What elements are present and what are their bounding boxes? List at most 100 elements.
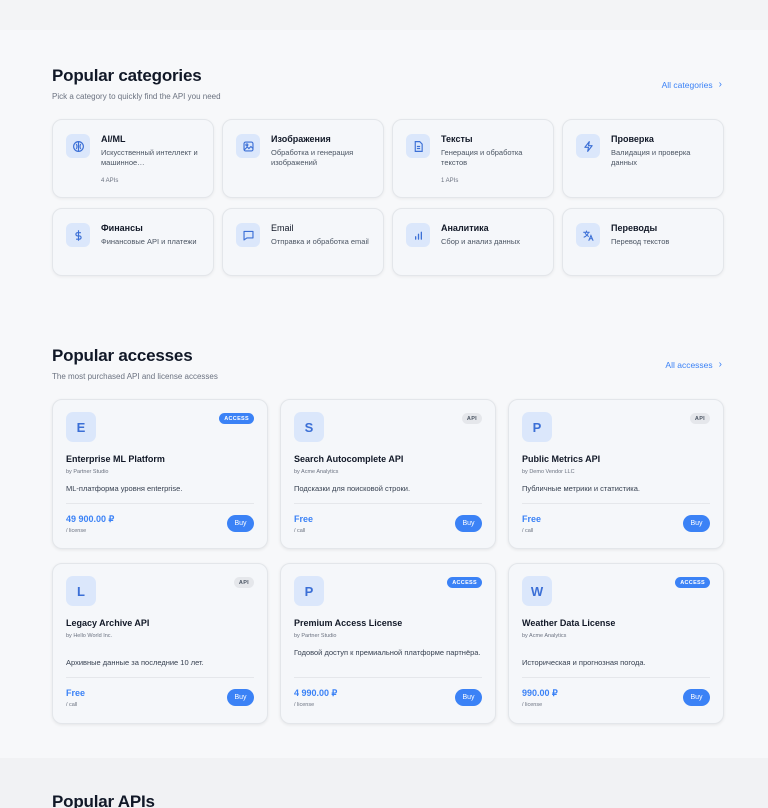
access-card[interactable]: E ACCESS Enterprise ML Platform by Partn… — [52, 399, 268, 549]
category-card-finance[interactable]: Финансы Финансовые API и платежи — [52, 208, 214, 276]
access-price: 990.00 ₽ — [522, 688, 558, 698]
access-description: Историческая и прогнозная погода. — [522, 658, 646, 667]
access-title: Premium Access License — [294, 618, 403, 628]
top-bar — [0, 0, 768, 30]
category-description: Валидация и проверка данных — [611, 148, 691, 167]
access-price: Free — [66, 688, 86, 698]
access-price: 4 990.00 ₽ — [294, 688, 338, 698]
category-title: Финансы — [101, 223, 143, 233]
price-unit: / license — [294, 702, 315, 708]
access-vendor: by Demo Vendor LLC — [522, 469, 575, 475]
price-unit: / license — [66, 528, 87, 534]
buy-button[interactable]: Buy — [683, 515, 710, 532]
buy-button[interactable]: Buy — [455, 689, 482, 706]
access-description: Архивные данные за последние 10 лет. — [66, 658, 204, 667]
dollar-icon — [66, 223, 90, 247]
access-avatar: E — [66, 412, 96, 442]
chat-icon — [236, 223, 260, 247]
divider — [294, 677, 482, 678]
access-vendor: by Partner Studio — [66, 469, 109, 475]
access-vendor: by Acme Analytics — [294, 469, 339, 475]
divider — [66, 677, 254, 678]
category-api-count: 1 APIs — [441, 178, 459, 184]
translate-icon — [576, 223, 600, 247]
access-vendor: by Hello World Inc. — [66, 633, 113, 639]
accesses-subtitle: The most purchased API and license acces… — [52, 372, 218, 381]
category-title: Email — [271, 223, 294, 233]
category-card-email[interactable]: Email Отправка и обработка email — [222, 208, 384, 276]
main-content: Popular categories Pick a category to qu… — [0, 30, 768, 760]
access-avatar: L — [66, 576, 96, 606]
buy-button[interactable]: Buy — [455, 515, 482, 532]
all-categories-link[interactable]: All categories › — [662, 79, 722, 90]
access-price: Free — [522, 514, 542, 524]
categories-subtitle: Pick a category to quickly find the API … — [52, 92, 221, 101]
accesses-heading: Popular accesses — [52, 346, 193, 365]
access-card[interactable]: P API Public Metrics API by Demo Vendor … — [508, 399, 724, 549]
access-description: Подсказки для поисковой строки. — [294, 484, 411, 493]
category-card-analytics[interactable]: Аналитика Сбор и анализ данных — [392, 208, 554, 276]
category-card-validation[interactable]: Проверка Валидация и проверка данных — [562, 119, 724, 198]
category-card-images[interactable]: Изображения Обработка и генерация изобра… — [222, 119, 384, 198]
chevron-right-icon: › — [718, 359, 722, 370]
divider — [522, 677, 710, 678]
access-vendor: by Acme Analytics — [522, 633, 567, 639]
category-title: Тексты — [441, 134, 473, 144]
access-card[interactable]: L API Legacy Archive API by Hello World … — [52, 563, 268, 724]
apis-heading: Popular APIs — [52, 792, 155, 808]
image-icon — [236, 134, 260, 158]
access-price: 49 900.00 ₽ — [66, 514, 115, 524]
type-badge: ACCESS — [675, 577, 710, 588]
category-description: Генерация и обработка текстов — [441, 148, 523, 167]
access-title: Enterprise ML Platform — [66, 454, 165, 464]
buy-button[interactable]: Buy — [227, 515, 254, 532]
price-unit: / license — [522, 702, 543, 708]
category-title: Аналитика — [441, 223, 489, 233]
category-description: Искусственный интеллект и машинное… — [101, 148, 198, 167]
divider — [294, 503, 482, 504]
access-title: Legacy Archive API — [66, 618, 150, 628]
category-card-texts[interactable]: Тексты Генерация и обработка текстов 1 A… — [392, 119, 554, 198]
lightning-icon — [576, 134, 600, 158]
category-title: Проверка — [611, 134, 654, 144]
access-avatar: P — [294, 576, 324, 606]
category-card-translations[interactable]: Переводы Перевод текстов — [562, 208, 724, 276]
access-title: Weather Data License — [522, 618, 616, 628]
type-badge: ACCESS — [219, 413, 254, 424]
divider — [522, 503, 710, 504]
buy-button[interactable]: Buy — [683, 689, 710, 706]
access-avatar: W — [522, 576, 552, 606]
divider — [66, 503, 254, 504]
access-title: Public Metrics API — [522, 454, 601, 464]
all-categories-label: All categories — [661, 79, 713, 90]
bar-chart-icon — [406, 223, 430, 247]
access-title: Search Autocomplete API — [294, 454, 404, 464]
category-description: Отправка и обработка email — [271, 237, 369, 246]
category-title: Изображения — [271, 134, 331, 144]
categories-heading: Popular categories — [52, 66, 202, 85]
category-card-ai-ml[interactable]: AI/ML Искусственный интеллект и машинное… — [52, 119, 214, 198]
type-badge: API — [689, 413, 710, 424]
type-badge: ACCESS — [447, 577, 482, 588]
access-avatar: P — [522, 412, 552, 442]
buy-button[interactable]: Buy — [227, 689, 254, 706]
category-description: Обработка и генерация изображений — [271, 148, 354, 167]
ai-brain-icon — [66, 134, 90, 158]
type-badge: API — [233, 577, 254, 588]
category-description: Сбор и анализ данных — [441, 237, 520, 246]
access-description: Публичные метрики и статистика. — [522, 484, 640, 493]
category-title: AI/ML — [101, 134, 126, 144]
price-unit: / call — [294, 528, 306, 534]
access-card[interactable]: P ACCESS Premium Access License by Partn… — [280, 563, 496, 724]
category-api-count: 4 APIs — [101, 178, 119, 184]
category-title: Переводы — [611, 223, 658, 233]
all-accesses-link[interactable]: All accesses › — [665, 359, 722, 370]
access-vendor: by Partner Studio — [294, 633, 337, 639]
document-icon — [406, 134, 430, 158]
all-accesses-label: All accesses — [665, 359, 713, 370]
access-price: Free — [294, 514, 314, 524]
access-card[interactable]: W ACCESS Weather Data License by Acme An… — [508, 563, 724, 724]
access-card[interactable]: S API Search Autocomplete API by Acme An… — [280, 399, 496, 549]
popular-apis-section: Popular APIs — [0, 758, 768, 808]
access-description: Годовой доступ к премиальной платформе п… — [294, 648, 481, 657]
